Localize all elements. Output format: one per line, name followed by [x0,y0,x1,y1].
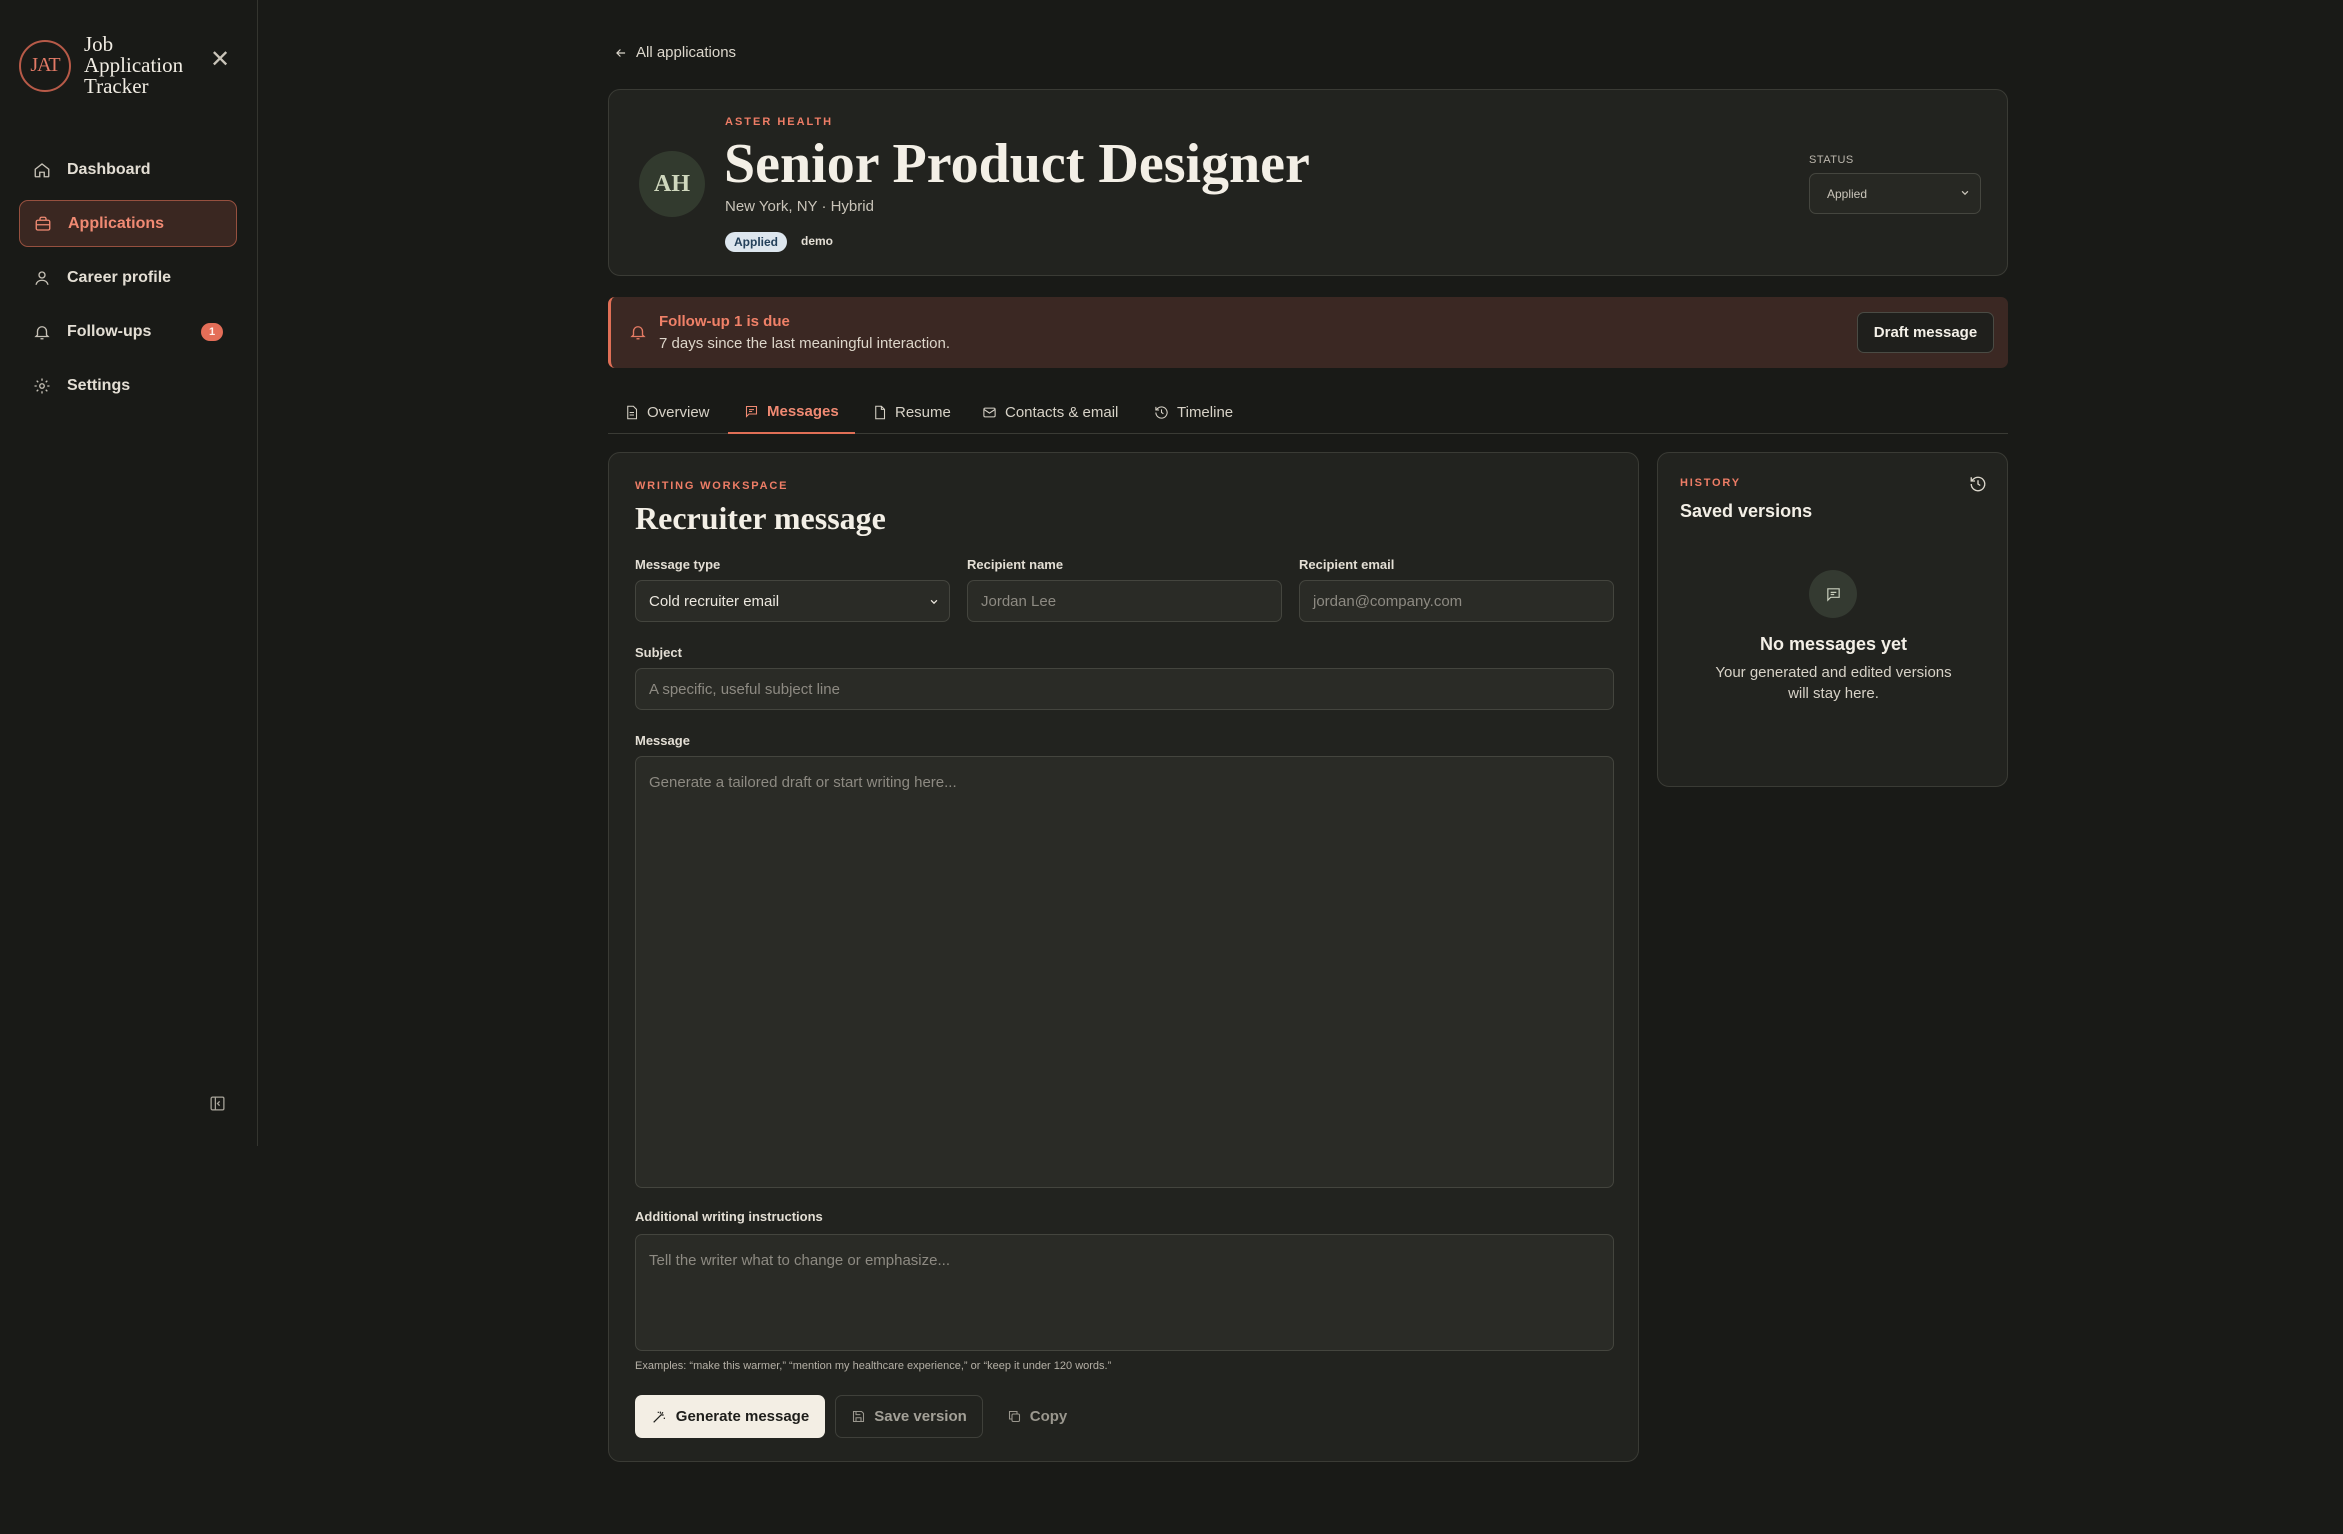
tab-label: Contacts & email [1005,403,1119,421]
status-select-value: Applied [1827,186,1868,201]
subject-placeholder: A specific, useful subject line [649,680,840,698]
sidebar-item-career-profile[interactable]: Career profile [19,254,237,301]
empty-state-text: Your generated and edited versions will … [1715,664,1952,702]
draft-message-button[interactable]: Draft message [1857,312,1994,353]
sidebar: JAT Job Application Tracker ✕ Dashboard … [0,0,258,1146]
close-sidebar-icon[interactable]: ✕ [210,48,230,72]
company-avatar: AH [639,151,705,217]
sidebar-item-follow-ups[interactable]: Follow-ups 1 [19,308,237,355]
collapse-sidebar-icon[interactable] [209,1095,226,1112]
tab-contacts-email[interactable]: Contacts & email [982,390,1118,434]
history-icon [1970,476,1986,492]
tab-label: Overview [647,403,710,421]
recipient-email-input[interactable]: jordan@company.com [1299,580,1614,622]
workspace-kicker: WRITING WORKSPACE [635,480,789,492]
tab-overview[interactable]: Overview [624,390,710,434]
tab-label: Timeline [1177,403,1234,421]
recipient-email-placeholder: jordan@company.com [1313,592,1463,610]
message-type-value: Cold recruiter email [649,592,780,610]
instructions-textarea[interactable]: Tell the writer what to change or emphas… [635,1234,1614,1351]
status-badge: Applied [725,232,787,252]
company-name: ASTER HEALTH [725,116,834,128]
magic-wand-icon [653,1411,665,1423]
history-icon [1155,405,1168,419]
save-icon [853,1410,865,1423]
chevron-down-icon [930,599,938,605]
alert-title: Follow-up 1 is due [659,313,790,330]
bell-icon [630,326,646,340]
app-name: Job Application Tracker [84,32,184,98]
message-placeholder: Generate a tailored draft or start writi… [649,774,957,791]
sidebar-item-label: Applications [68,214,165,232]
subject-label: Subject [635,645,682,660]
home-icon [34,162,50,177]
back-to-applications-link[interactable]: All applications [614,44,736,61]
status-select[interactable]: Applied [1809,173,1981,214]
history-panel: HISTORY Saved versions No messages yet Y… [1657,452,2008,787]
message-type-label: Message type [635,557,721,572]
copy-button[interactable]: Copy [997,1395,1077,1438]
message-icon [745,405,758,418]
recipient-name-label: Recipient name [967,557,1064,572]
user-icon [35,270,49,285]
back-link-label: All applications [636,44,737,61]
job-location: New York, NY · Hybrid [725,198,874,215]
application-tabs: Overview Messages Resume Contacts & emai… [608,390,2008,434]
arrow-left-icon [616,48,626,57]
message-label: Message [635,733,690,748]
empty-state-title: No messages yet [1759,634,1908,654]
generate-button-label: Generate message [675,1408,810,1425]
sidebar-nav: Dashboard Applications Career profile Fo… [19,146,237,416]
sidebar-item-label: Settings [67,376,131,394]
brand[interactable]: JAT Job Application Tracker [19,34,204,97]
chevron-down-icon [1961,190,1969,196]
copy-icon [1008,1410,1020,1423]
generate-message-button[interactable]: Generate message [635,1395,825,1438]
subject-input[interactable]: A specific, useful subject line [635,668,1614,710]
app-logo: JAT [19,39,71,92]
alert-text: 7 days since the last meaningful interac… [659,335,950,352]
save-version-button[interactable]: Save version [835,1395,983,1438]
recipient-email-label: Recipient email [1299,557,1395,572]
sidebar-item-dashboard[interactable]: Dashboard [19,146,237,193]
page-title: Senior Product Designer [724,133,1310,195]
mail-icon [983,407,996,417]
message-icon [1826,587,1840,602]
tab-messages[interactable]: Messages [728,390,855,434]
recipient-name-placeholder: Jordan Lee [981,592,1057,610]
copy-button-label: Copy [1029,1408,1068,1425]
recipient-name-input[interactable]: Jordan Lee [967,580,1282,622]
tab-timeline[interactable]: Timeline [1154,390,1233,434]
follow-up-alert: Follow-up 1 is due 7 days since the last… [608,297,2008,368]
empty-state-icon-wrapper [1809,570,1857,618]
sidebar-item-applications[interactable]: Applications [19,200,237,247]
follow-ups-count-badge: 1 [201,323,223,341]
gear-icon [34,378,50,393]
tab-label: Resume [895,403,951,421]
document-icon [627,405,638,419]
sidebar-item-label: Follow-ups [67,322,152,340]
instructions-hint: Examples: “make this warmer,” “mention m… [635,1360,1112,1372]
sidebar-item-settings[interactable]: Settings [19,362,237,409]
instructions-placeholder: Tell the writer what to change or emphas… [649,1252,950,1269]
message-textarea[interactable]: Generate a tailored draft or start writi… [635,756,1614,1188]
writing-workspace: WRITING WORKSPACE Recruiter message Mess… [608,452,1639,1462]
file-icon [875,405,886,419]
save-button-label: Save version [874,1408,967,1425]
tab-resume[interactable]: Resume [872,390,951,434]
sidebar-item-label: Career profile [67,268,172,286]
workspace-title: Recruiter message [635,500,886,536]
instructions-label: Additional writing instructions [635,1209,823,1224]
application-header: AH ASTER HEALTH Senior Product Designer … [608,89,2008,276]
history-title: Saved versions [1680,501,1813,521]
tag-label: demo [801,234,834,248]
sidebar-item-label: Dashboard [67,160,151,178]
status-label: STATUS [1809,154,1854,166]
bell-icon [34,325,50,339]
tab-label: Messages [767,402,839,420]
briefcase-icon [35,216,51,231]
message-type-select[interactable]: Cold recruiter email [635,580,950,622]
history-kicker: HISTORY [1680,477,1741,489]
